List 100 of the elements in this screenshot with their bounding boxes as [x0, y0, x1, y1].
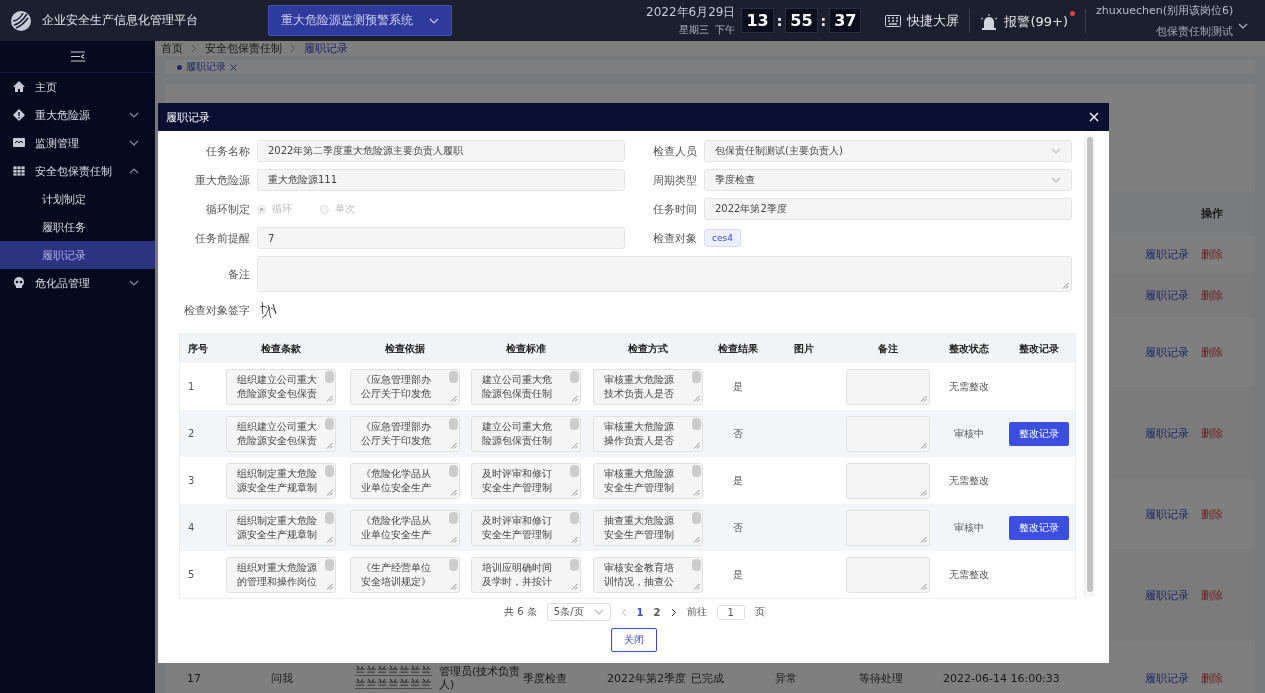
- field-label: 重大危险源: [195, 172, 250, 188]
- chevron-right-icon: [670, 607, 677, 617]
- scroll-thumb[interactable]: [449, 464, 458, 477]
- text-area[interactable]: 《危险化学品从 业单位安全生产: [350, 462, 460, 499]
- fix-record-button[interactable]: 整改记录: [1008, 515, 1069, 540]
- sidebar-subitem[interactable]: 履职任务: [0, 213, 155, 241]
- remark-field[interactable]: [846, 368, 930, 405]
- page-input[interactable]: 1: [716, 604, 745, 620]
- scrollbar[interactable]: [1084, 135, 1095, 597]
- page-number[interactable]: 2: [653, 606, 661, 618]
- text-area[interactable]: 组织制定重大危险 源安全生产规章制: [226, 462, 336, 499]
- text-field[interactable]: 2022年第2季度: [704, 198, 1072, 220]
- text-area[interactable]: 组织建立公司重大 危险源安全包保责: [226, 368, 336, 405]
- scroll-thumb[interactable]: [692, 558, 701, 571]
- scroll-thumb[interactable]: [692, 464, 701, 477]
- remark-field[interactable]: [257, 256, 1072, 292]
- sidebar-item[interactable]: 重大危险源: [0, 101, 155, 129]
- remark-field[interactable]: [846, 509, 930, 546]
- remark-field[interactable]: [846, 556, 930, 593]
- text-area[interactable]: 建立公司重大危 险源包保责任制: [471, 415, 581, 452]
- sidebar-subitem[interactable]: 计划制定: [0, 185, 155, 213]
- table-cell-text: 是: [732, 567, 744, 582]
- field-label: 任务时间: [653, 201, 697, 217]
- page-size-select[interactable]: 5条/页: [546, 603, 611, 621]
- chevron-down-icon: [129, 112, 139, 118]
- text-field[interactable]: 7: [257, 227, 625, 249]
- table-cell-text: 无需整改: [948, 567, 990, 582]
- sidebar-subitem[interactable]: 履职记录: [0, 241, 155, 269]
- record-link[interactable]: 履职记录: [1145, 247, 1189, 262]
- field-label: 检查人员: [653, 143, 697, 159]
- text-area[interactable]: 组织对重大危险源 的管理和操作岗位: [226, 556, 336, 593]
- resize-grip-icon: [326, 441, 333, 449]
- text-area[interactable]: 《应急管理部办 公厅关于印发危: [350, 368, 460, 405]
- record-link[interactable]: 履职记录: [1145, 506, 1189, 522]
- sidebar-item[interactable]: 监测管理: [0, 129, 155, 157]
- alarm-bell-icon: [980, 14, 999, 30]
- scroll-thumb[interactable]: [692, 511, 701, 524]
- text-area[interactable]: 组织建立公司重大 危险源安全包保责: [226, 415, 336, 452]
- scroll-thumb[interactable]: [570, 464, 579, 477]
- text-area[interactable]: 审核重大危险源 操作负责人是否: [593, 415, 703, 452]
- close-button[interactable]: 关闭: [610, 628, 657, 652]
- scroll-thumb[interactable]: [325, 464, 334, 477]
- scroll-thumb[interactable]: [570, 417, 579, 430]
- text-area[interactable]: 审核安全教育培 训情况，抽查公: [593, 556, 703, 593]
- sidebar-item[interactable]: 安全包保责任制: [0, 157, 155, 185]
- table-cell-text: 是: [732, 379, 744, 394]
- select-field[interactable]: 包保责任制测试(主要负责人): [704, 140, 1072, 162]
- record-link[interactable]: 履职记录: [1145, 671, 1189, 686]
- resize-grip-icon: [920, 441, 927, 449]
- text-area[interactable]: 《应急管理部办 公厅关于印发危: [350, 415, 460, 452]
- close-button[interactable]: [1089, 112, 1099, 122]
- resize-grip-icon: [450, 488, 457, 496]
- text-field[interactable]: 2022年第二季度重大危险源主要负责人履职: [257, 140, 625, 162]
- column-header: 备注: [877, 341, 899, 356]
- scroll-thumb[interactable]: [449, 558, 458, 571]
- scroll-thumb[interactable]: [449, 511, 458, 524]
- text-area[interactable]: 《危险化学品从 业单位安全生产: [350, 509, 460, 546]
- scroll-thumb[interactable]: [449, 417, 458, 430]
- big-screen-button[interactable]: 快捷大屏: [885, 11, 960, 30]
- field-label: 任务名称: [206, 143, 250, 159]
- page-number[interactable]: 1: [636, 606, 644, 618]
- user-role: 包保责任制测试: [1156, 24, 1234, 38]
- text-area[interactable]: 及时评审和修订 安全生产管理制: [471, 509, 581, 546]
- breadcrumb-link[interactable]: 履职记录: [304, 41, 348, 56]
- text-area[interactable]: 抽查重大危险源 安全生产管理制: [593, 509, 703, 546]
- scroll-thumb[interactable]: [692, 370, 701, 383]
- breadcrumb-link[interactable]: 安全包保责任制: [205, 41, 282, 56]
- scroll-thumb[interactable]: [449, 370, 458, 383]
- remark-field[interactable]: [846, 462, 930, 499]
- record-link[interactable]: 履职记录: [1145, 344, 1189, 360]
- fix-record-button[interactable]: 整改记录: [1008, 421, 1069, 446]
- close-icon: [1089, 112, 1099, 122]
- scroll-thumb[interactable]: [325, 558, 334, 571]
- scroll-thumb[interactable]: [570, 558, 579, 571]
- scroll-thumb[interactable]: [325, 511, 334, 524]
- text-area[interactable]: 审核重大危险源 安全生产管理制: [593, 462, 703, 499]
- text-area[interactable]: 审核重大危险源 技术负责人是否: [593, 368, 703, 405]
- table-cell-text: 否: [732, 520, 744, 535]
- text-area[interactable]: 《生产经营单位 安全培训规定》: [350, 556, 460, 593]
- page-tab[interactable]: 履职记录: [177, 60, 237, 74]
- sidebar-item[interactable]: 危化品管理: [0, 269, 155, 297]
- column-header: 检查结果: [717, 341, 759, 356]
- text-area[interactable]: 培训应明确时间 及学时，并按计: [471, 556, 581, 593]
- alarm-button[interactable]: 报警(99+): [980, 10, 1076, 31]
- system-dropdown[interactable]: 重大危险源监测预警系统: [268, 5, 452, 36]
- remark-field[interactable]: [846, 415, 930, 452]
- select-field[interactable]: 季度检查: [704, 169, 1072, 191]
- breadcrumb-link[interactable]: 首页: [161, 41, 183, 56]
- text-area[interactable]: 建立公司重大危 险源包保责任制: [471, 368, 581, 405]
- scroll-thumb[interactable]: [570, 511, 579, 524]
- text-area[interactable]: 及时评审和修订 安全生产管理制: [471, 462, 581, 499]
- clock-digits: 37: [829, 8, 862, 33]
- scroll-thumb[interactable]: [325, 417, 334, 430]
- scroll-thumb[interactable]: [570, 370, 579, 383]
- text-area[interactable]: 组织制定重大危险 源安全生产规章制: [226, 509, 336, 546]
- scroll-thumb[interactable]: [325, 370, 334, 383]
- scroll-thumb[interactable]: [692, 417, 701, 430]
- text-field[interactable]: 重大危险源111: [257, 169, 625, 191]
- sidebar-item[interactable]: 主页: [0, 73, 155, 101]
- resize-grip-icon: [920, 394, 927, 402]
